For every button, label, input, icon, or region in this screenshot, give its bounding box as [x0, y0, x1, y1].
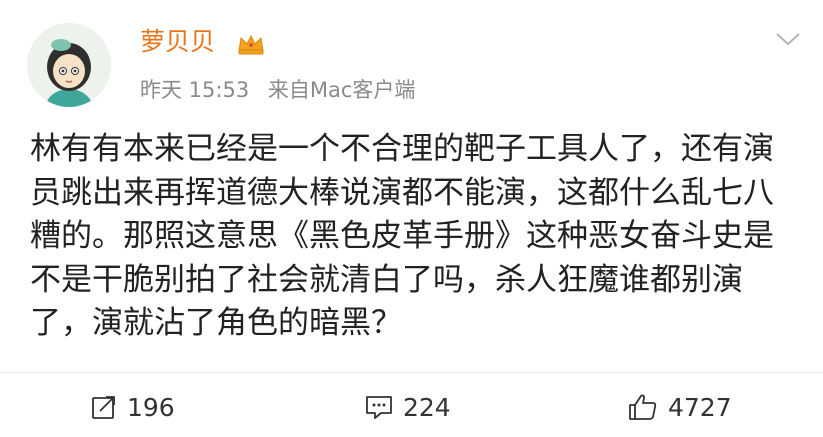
post-meta: 昨天 15:53 来自Mac客户端	[140, 76, 415, 104]
like-count: 4727	[668, 392, 732, 422]
avatar[interactable]	[27, 23, 111, 107]
post-source: 来自Mac客户端	[267, 78, 416, 102]
repost-icon	[92, 396, 115, 419]
comment-button[interactable]: 224	[365, 390, 451, 424]
comment-count: 224	[403, 392, 451, 422]
post-text: 林有有本来已经是一个不合理的靶子工具人了，还有演员跳出来再挥道德大棒说演都不能演…	[30, 131, 774, 341]
repost-button[interactable]: 196	[91, 390, 175, 424]
thumbs-up-icon	[629, 394, 657, 420]
comment-icon	[366, 396, 392, 419]
chevron-down-icon[interactable]	[775, 31, 801, 47]
repost-count: 196	[127, 392, 175, 422]
post-time: 昨天 15:53	[140, 78, 250, 102]
like-button[interactable]: 4727	[628, 390, 732, 424]
avatar-illustration	[27, 23, 111, 107]
username[interactable]: 萝贝贝	[140, 26, 215, 58]
divider	[0, 372, 823, 373]
crown-icon[interactable]	[236, 33, 266, 55]
